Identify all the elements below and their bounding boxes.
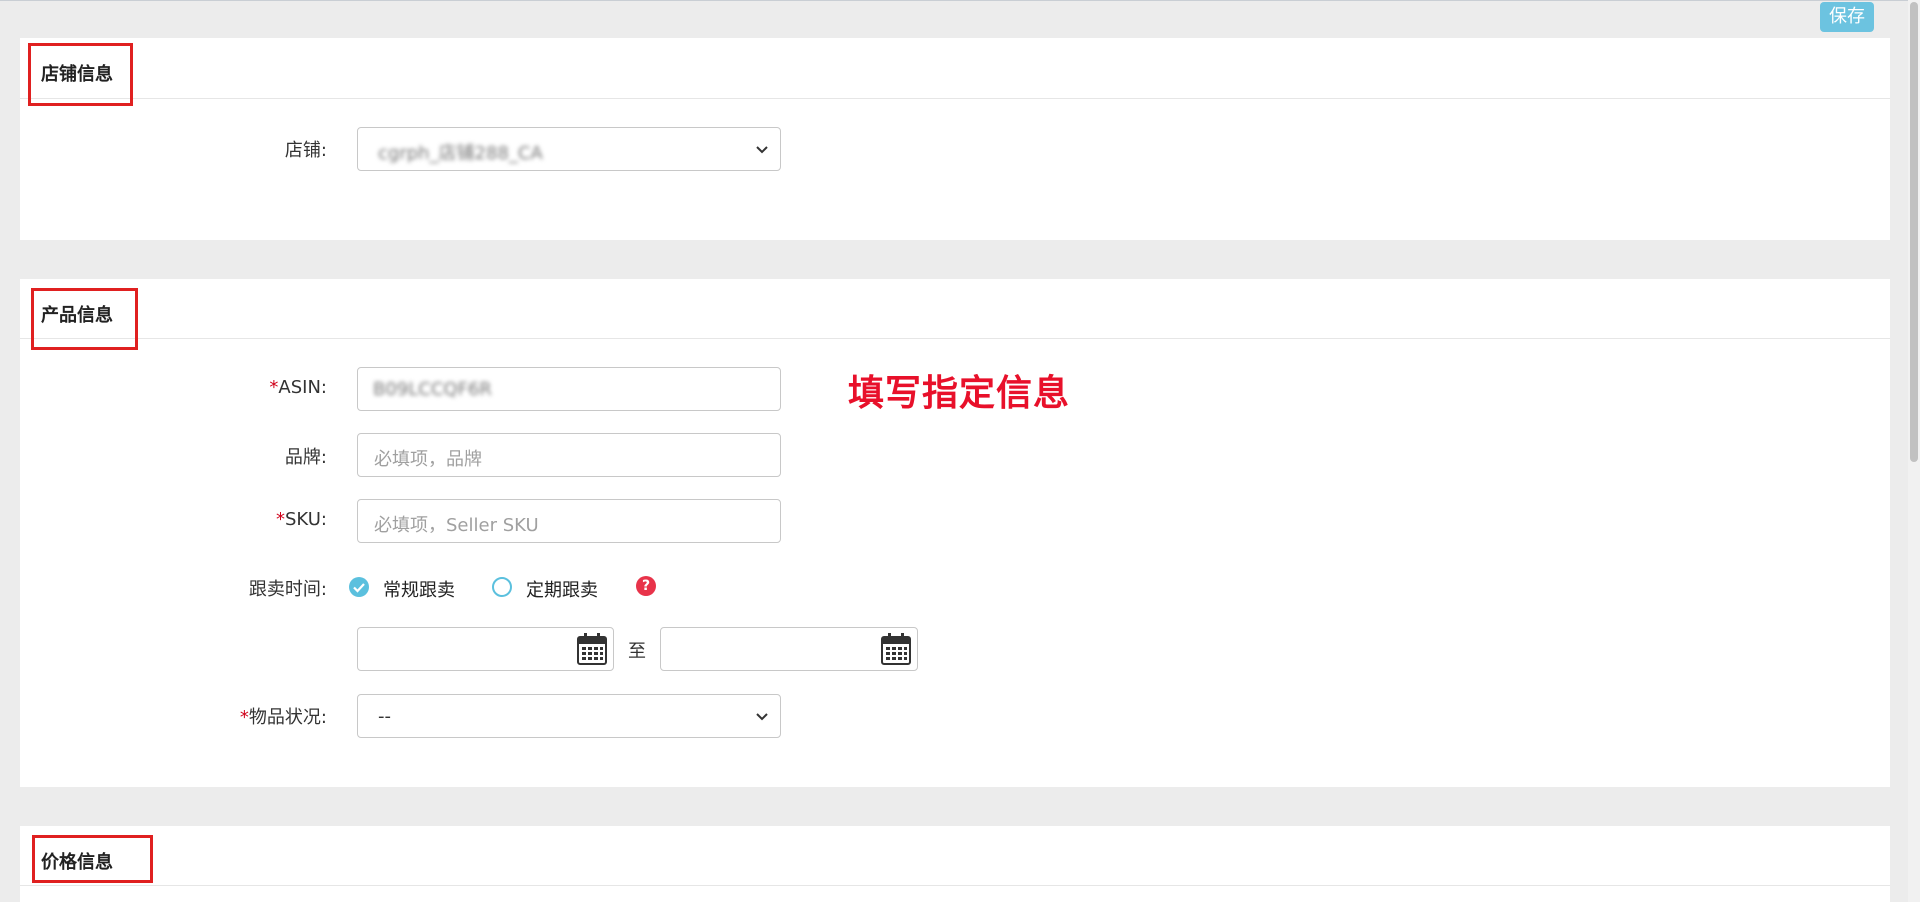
question-icon[interactable]: ? — [636, 576, 656, 596]
asin-label-text: ASIN: — [278, 377, 327, 398]
product-info-header: 产品信息 — [20, 279, 1890, 339]
shop-info-panel: 店铺信息 店铺: cgrph_店铺288_CA — [20, 38, 1890, 240]
price-info-panel: 价格信息 — [20, 826, 1890, 902]
scrollbar-thumb[interactable] — [1910, 2, 1918, 462]
shop-info-header: 店铺信息 — [20, 38, 1890, 99]
required-mark: * — [239, 707, 249, 728]
sku-label-text: SKU: — [285, 509, 327, 530]
condition-label-text: 物品状况: — [248, 707, 327, 728]
page: 保存 店铺信息 店铺: cgrph_店铺288_CA 产品信息 *ASIN: B… — [0, 0, 1920, 902]
annotation-text: 填写指定信息 — [848, 373, 1071, 414]
sku-input-placeholder: 必填项，Seller SKU — [374, 515, 539, 536]
shop-title-highlight — [28, 43, 133, 106]
calendar-icon[interactable] — [881, 633, 911, 665]
check-icon — [353, 583, 365, 593]
brand-input[interactable]: 必填项，品牌 — [357, 433, 781, 477]
end-date-input[interactable] — [660, 627, 918, 671]
price-title-highlight — [32, 835, 153, 883]
chevron-down-icon — [756, 146, 768, 154]
price-info-header: 价格信息 — [20, 826, 1890, 886]
follow-time-label: 跟卖时间: — [248, 579, 327, 600]
radio-regular[interactable] — [349, 577, 369, 597]
sku-label: *SKU: — [27, 509, 327, 530]
product-title-highlight — [31, 288, 138, 350]
save-button[interactable]: 保存 — [1820, 2, 1874, 32]
condition-select-value: -- — [378, 706, 391, 727]
chevron-down-icon — [756, 713, 768, 721]
asin-label: *ASIN: — [27, 377, 327, 398]
calendar-icon[interactable] — [577, 633, 607, 665]
top-divider — [0, 0, 1920, 1]
start-date-input[interactable] — [357, 627, 614, 671]
condition-label: *物品状况: — [27, 703, 327, 729]
radio-scheduled-label[interactable]: 定期跟卖 — [526, 576, 598, 602]
brand-input-placeholder: 必填项，品牌 — [374, 449, 482, 470]
brand-label: 品牌: — [284, 447, 327, 468]
shop-select[interactable]: cgrph_店铺288_CA — [357, 127, 781, 171]
shop-label: 店铺: — [284, 140, 327, 161]
asin-input[interactable]: B09LCCQF6R — [357, 367, 781, 411]
condition-select[interactable]: -- — [357, 694, 781, 738]
product-info-panel: 产品信息 *ASIN: B09LCCQF6R 品牌: 必填项，品牌 *SKU: … — [20, 279, 1890, 787]
radio-regular-label[interactable]: 常规跟卖 — [383, 576, 455, 602]
shop-select-value: cgrph_店铺288_CA — [378, 143, 543, 164]
asin-input-value: B09LCCQF6R — [373, 379, 492, 400]
required-mark: * — [276, 509, 285, 530]
sku-input[interactable]: 必填项，Seller SKU — [357, 499, 781, 543]
date-separator: 至 — [628, 641, 646, 662]
radio-scheduled[interactable] — [492, 577, 512, 597]
